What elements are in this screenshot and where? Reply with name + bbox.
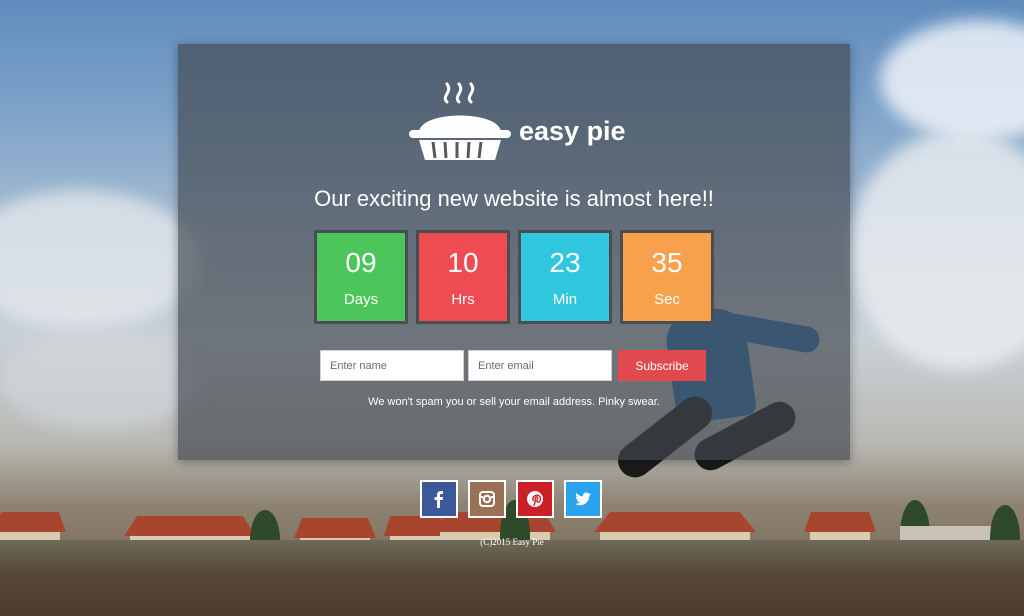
brand-logo: easy pie — [407, 80, 627, 164]
days-value: 09 — [345, 247, 377, 278]
hours-label: Hrs — [451, 291, 475, 308]
copyright-text: (C)2015 Easy Pie — [480, 537, 544, 547]
countdown-minutes: 23 Min — [518, 230, 612, 324]
days-label: Days — [343, 291, 379, 308]
hero-panel: easy pie Our exciting new website is alm… — [178, 44, 850, 460]
countdown-hours: 10 Hrs — [416, 230, 510, 324]
social-links — [420, 480, 602, 518]
page-headline: Our exciting new website is almost here!… — [314, 186, 714, 211]
twitter-button[interactable] — [564, 480, 602, 518]
pinterest-icon — [527, 491, 543, 507]
name-input[interactable] — [320, 350, 464, 381]
minutes-value: 23 — [549, 247, 581, 278]
minutes-label: Min — [552, 291, 578, 308]
subscribe-form: Subscribe — [320, 350, 710, 381]
instagram-button[interactable] — [468, 480, 506, 518]
instagram-icon — [479, 491, 495, 507]
facebook-icon — [434, 491, 443, 508]
facebook-button[interactable] — [420, 480, 458, 518]
seconds-label: Sec — [654, 291, 680, 308]
hours-value: 10 — [447, 247, 479, 278]
pinterest-button[interactable] — [516, 480, 554, 518]
email-input[interactable] — [468, 350, 612, 381]
countdown-timer: 09 Days 10 Hrs 23 Min 35 Sec — [314, 230, 714, 324]
subscribe-button[interactable]: Subscribe — [618, 350, 706, 381]
privacy-note: We won't spam you or sell your email add… — [368, 396, 660, 408]
twitter-icon — [575, 492, 591, 506]
brand-name: easy pie — [519, 116, 626, 146]
countdown-days: 09 Days — [314, 230, 408, 324]
seconds-value: 35 — [651, 247, 683, 278]
pie-icon — [409, 82, 511, 160]
countdown-seconds: 35 Sec — [620, 230, 714, 324]
